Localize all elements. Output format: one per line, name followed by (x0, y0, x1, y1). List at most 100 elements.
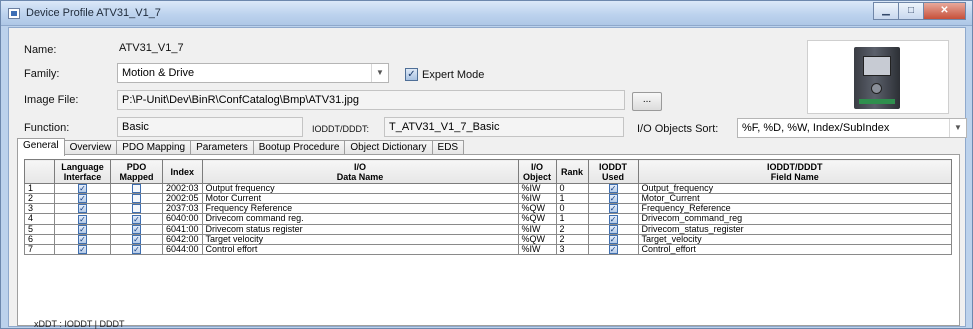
row-number[interactable]: 7 (24, 243, 55, 255)
pdo-mapped-checkbox[interactable] (132, 194, 141, 204)
io-object-cell[interactable]: %QW (517, 233, 557, 245)
tab-eds[interactable]: EDS (431, 140, 465, 155)
ioddt-used-checkbox[interactable]: ✓ (608, 184, 618, 194)
ioddt-used-checkbox[interactable]: ✓ (608, 234, 618, 244)
table-row[interactable]: 6 ✓ ✓ 6042:00 Target velocity %QW 2 ✓ Target_vel… (24, 233, 953, 245)
pdo-mapped-cell[interactable] (110, 193, 163, 205)
pdo-mapped-cell[interactable]: ✓ (110, 213, 163, 225)
rank-cell[interactable]: 0 (555, 203, 589, 215)
ioddt-used-cell[interactable]: ✓ (587, 243, 639, 255)
language-interface-checkbox[interactable]: ✓ (78, 184, 87, 194)
table-row[interactable]: 1 ✓ 2002:03 Output frequency %IW 0 ✓ Output_fre… (24, 182, 953, 195)
chevron-down-icon[interactable]: ▼ (949, 119, 966, 137)
index-cell[interactable]: 2037:03 (162, 203, 203, 215)
index-cell[interactable]: 6042:00 (162, 233, 203, 245)
function-field[interactable]: Basic (117, 117, 303, 137)
language-interface-cell[interactable]: ✓ (54, 182, 111, 195)
header-data-name[interactable]: I/O Data Name (201, 159, 519, 184)
image-file-field[interactable]: P:\P-Unit\Dev\BinR\ConfCatalog\Bmp\ATV31… (117, 90, 625, 110)
tab-parameters[interactable]: Parameters (190, 140, 254, 155)
table-row[interactable]: 7 ✓ ✓ 6044:00 Control effort %IW 3 ✓ Control_eff… (24, 243, 953, 255)
io-object-cell[interactable]: %QW (517, 203, 557, 215)
language-interface-cell[interactable]: ✓ (54, 193, 111, 205)
ioddt-used-checkbox[interactable]: ✓ (608, 194, 618, 204)
row-number[interactable]: 2 (24, 193, 55, 205)
header-ioddt-used[interactable]: IODDT Used (587, 159, 639, 184)
table-row[interactable]: 3 ✓ 2037:03 Frequency Reference %QW 0 ✓ Frequen… (24, 203, 953, 215)
language-interface-checkbox[interactable]: ✓ (78, 214, 87, 224)
ioddt-used-cell[interactable]: ✓ (587, 193, 639, 205)
rank-cell[interactable]: 1 (555, 213, 589, 225)
field-name-cell[interactable]: Drivecom_status_register (637, 223, 953, 235)
data-name-cell[interactable]: Frequency Reference (201, 203, 519, 215)
ioddt-used-cell[interactable]: ✓ (587, 203, 639, 215)
table-row[interactable]: 4 ✓ ✓ 6040:00 Drivecom command reg. %QW 1 ✓ Driv… (24, 213, 953, 225)
header-field-name[interactable]: IODDT/DDDT Field Name (637, 159, 953, 184)
language-interface-cell[interactable]: ✓ (54, 203, 111, 215)
title-bar[interactable]: Device Profile ATV31_V1_7 ▁ □ ✕ (1, 1, 972, 26)
header-row-number[interactable] (24, 159, 55, 184)
tab-bootup-procedure[interactable]: Bootup Procedure (252, 140, 346, 155)
ioddt-field[interactable]: T_ATV31_V1_7_Basic (384, 117, 624, 137)
ioddt-used-cell[interactable]: ✓ (587, 213, 639, 225)
minimize-button[interactable]: ▁ (873, 2, 899, 20)
language-interface-cell[interactable]: ✓ (54, 223, 111, 235)
io-object-cell[interactable]: %IW (517, 193, 557, 205)
ioddt-used-checkbox[interactable]: ✓ (608, 244, 618, 254)
data-name-cell[interactable]: Control effort (201, 243, 519, 255)
pdo-mapped-cell[interactable]: ✓ (110, 233, 163, 245)
field-name-cell[interactable]: Control_effort (637, 243, 953, 255)
field-name-cell[interactable]: Output_frequency (637, 182, 953, 195)
language-interface-checkbox[interactable]: ✓ (78, 204, 87, 214)
ioddt-used-cell[interactable]: ✓ (587, 233, 639, 245)
index-cell[interactable]: 6041:00 (162, 223, 203, 235)
ioddt-used-checkbox[interactable]: ✓ (608, 204, 618, 214)
index-cell[interactable]: 6044:00 (162, 243, 203, 255)
ioddt-used-checkbox[interactable]: ✓ (608, 224, 618, 234)
row-number[interactable]: 5 (24, 223, 55, 235)
row-number[interactable]: 6 (24, 233, 55, 245)
field-name-cell[interactable]: Frequency_Reference (637, 203, 953, 215)
field-name-cell[interactable]: Drivecom_command_reg (637, 213, 953, 225)
data-name-cell[interactable]: Drivecom status register (201, 223, 519, 235)
tab-pdo-mapping[interactable]: PDO Mapping (116, 140, 192, 155)
language-interface-cell[interactable]: ✓ (54, 243, 111, 255)
header-pdo-mapped[interactable]: PDO Mapped (110, 159, 163, 184)
row-number[interactable]: 4 (24, 213, 55, 225)
index-cell[interactable]: 6040:00 (162, 213, 203, 225)
pdo-mapped-cell[interactable]: ✓ (110, 223, 163, 235)
ioddt-used-cell[interactable]: ✓ (587, 182, 639, 195)
header-rank[interactable]: Rank (555, 159, 589, 184)
tab-object-dictionary[interactable]: Object Dictionary (344, 140, 433, 155)
io-object-cell[interactable]: %QW (517, 213, 557, 225)
field-name-cell[interactable]: Target_velocity (637, 233, 953, 245)
browse-button[interactable]: ... (632, 92, 662, 111)
language-interface-checkbox[interactable]: ✓ (78, 234, 87, 244)
pdo-mapped-cell[interactable] (110, 182, 163, 195)
pdo-mapped-cell[interactable] (110, 203, 163, 215)
header-index[interactable]: Index (162, 159, 203, 184)
maximize-button[interactable]: □ (898, 2, 924, 20)
pdo-mapped-checkbox[interactable] (132, 204, 141, 214)
data-name-cell[interactable]: Target velocity (201, 233, 519, 245)
pdo-mapped-checkbox[interactable]: ✓ (132, 224, 141, 234)
data-name-cell[interactable]: Motor Current (201, 193, 519, 205)
rank-cell[interactable]: 1 (555, 193, 589, 205)
ioddt-used-checkbox[interactable]: ✓ (608, 214, 618, 224)
language-interface-checkbox[interactable]: ✓ (78, 194, 87, 204)
ioddt-used-cell[interactable]: ✓ (587, 223, 639, 235)
table-row[interactable]: 2 ✓ 2002:05 Motor Current %IW 1 ✓ Motor_Current (24, 193, 953, 205)
language-interface-cell[interactable]: ✓ (54, 233, 111, 245)
io-object-cell[interactable]: %IW (517, 243, 557, 255)
data-name-cell[interactable]: Drivecom command reg. (201, 213, 519, 225)
tab-general[interactable]: General (17, 138, 65, 156)
io-object-cell[interactable]: %IW (517, 223, 557, 235)
io-object-cell[interactable]: %IW (517, 182, 557, 195)
pdo-mapped-cell[interactable]: ✓ (110, 243, 163, 255)
pdo-mapped-checkbox[interactable]: ✓ (132, 234, 141, 244)
pdo-mapped-checkbox[interactable] (132, 184, 141, 194)
expert-mode-checkbox[interactable]: ✓ (405, 68, 418, 81)
rank-cell[interactable]: 2 (555, 233, 589, 245)
row-number[interactable]: 3 (24, 203, 55, 215)
family-dropdown[interactable]: Motion & Drive ▼ (117, 63, 389, 83)
